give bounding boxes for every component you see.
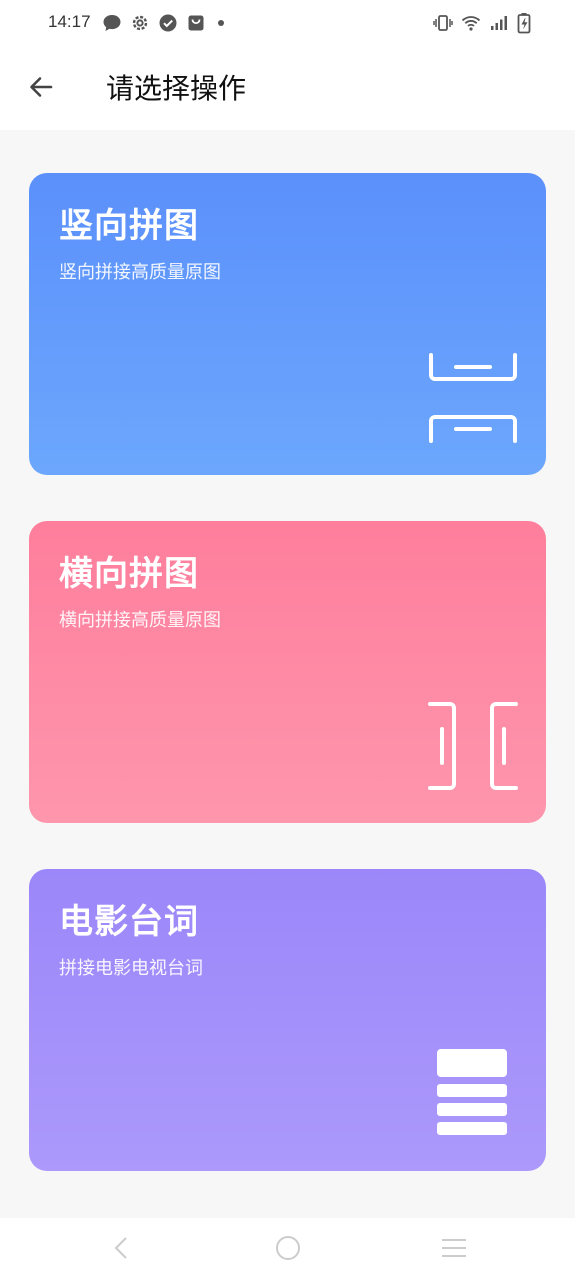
vertical-stitch-icon [428, 353, 518, 447]
nav-home-icon [275, 1235, 301, 1265]
nav-back-button[interactable] [102, 1232, 142, 1268]
shopping-bag-icon [186, 13, 206, 33]
card-description: 拼接电影电视台词 [59, 958, 203, 979]
dot-icon [214, 13, 228, 33]
battery-charging-icon [517, 12, 531, 34]
arrow-left-icon [27, 73, 55, 105]
card-description: 竖向拼接高质量原图 [59, 262, 221, 283]
card-title: 横向拼图 [59, 554, 199, 594]
navigation-bar [0, 1218, 575, 1280]
check-circle-icon [158, 13, 178, 33]
cellular-signal-icon [489, 13, 509, 33]
nav-menu-button[interactable] [434, 1232, 474, 1268]
status-system-icons [433, 12, 531, 34]
back-button[interactable] [20, 68, 62, 110]
nav-home-button[interactable] [268, 1232, 308, 1268]
card-title: 竖向拼图 [59, 206, 199, 246]
status-bar: 14:17 [0, 0, 575, 48]
horizontal-stitch-icon [428, 701, 518, 795]
status-notification-icons [102, 13, 228, 33]
vertical-stitch-card[interactable]: 竖向拼图 竖向拼接高质量原图 [29, 173, 546, 475]
app-bar: 请选择操作 [0, 48, 575, 130]
vibrate-icon [433, 13, 453, 33]
subtitle-stack-icon [436, 1049, 508, 1143]
movie-subtitle-card[interactable]: 电影台词 拼接电影电视台词 [29, 869, 546, 1171]
status-time: 14:17 [48, 12, 91, 31]
card-title: 电影台词 [59, 902, 199, 942]
page-title: 请选择操作 [106, 72, 247, 105]
wifi-icon [461, 13, 481, 33]
chat-bubble-icon [102, 13, 122, 33]
nav-back-icon [112, 1236, 132, 1264]
settings-gear-icon [130, 13, 150, 33]
card-description: 横向拼接高质量原图 [59, 610, 221, 631]
nav-menu-icon [440, 1237, 468, 1263]
horizontal-stitch-card[interactable]: 横向拼图 横向拼接高质量原图 [29, 521, 546, 823]
